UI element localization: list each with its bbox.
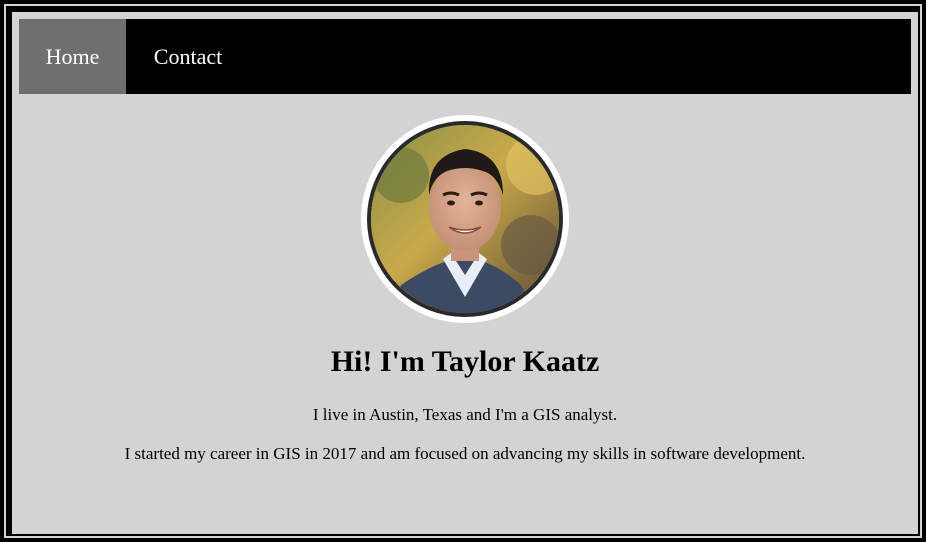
nav-home-link[interactable]: Home — [19, 19, 126, 94]
profile-photo-frame — [361, 115, 569, 323]
profile-photo — [367, 121, 563, 317]
browser-frame: Home Contact Hi! I'm Taylor Kaatz I live… — [4, 4, 922, 538]
navbar: Home Contact — [19, 19, 911, 94]
nav-contact-link[interactable]: Contact — [126, 19, 250, 94]
career-text: I started my career in GIS in 2017 and a… — [124, 444, 806, 463]
page: Home Contact Hi! I'm Taylor Kaatz I live… — [12, 12, 918, 534]
profile-photo-image — [371, 125, 559, 313]
page-title: Hi! I'm Taylor Kaatz — [330, 345, 600, 378]
intro-text: I live in Austin, Texas and I'm a GIS an… — [312, 405, 618, 424]
